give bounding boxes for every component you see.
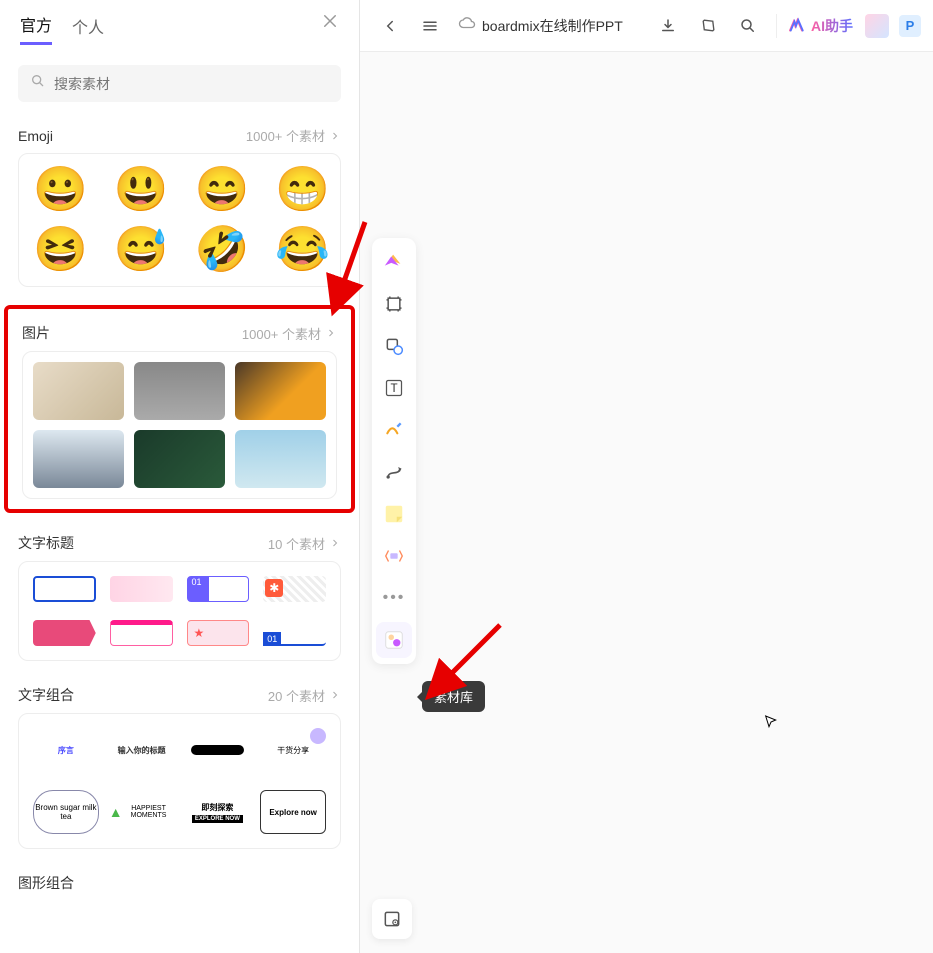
emoji-item[interactable]: 😀: [33, 168, 88, 212]
tooltip-material: 素材库: [422, 681, 485, 712]
material-panel: 官方 个人 Emoji 1000+ 个素材 😀 😃 😄 😁 😆 😅: [0, 0, 360, 953]
texttitle-card: 01 ✱ ★ 01: [18, 561, 341, 661]
search-input[interactable]: [54, 76, 329, 92]
textcombo-meta: 20 个素材: [268, 686, 341, 705]
text-title-item[interactable]: 01: [187, 576, 250, 602]
tool-text[interactable]: T: [376, 370, 412, 406]
texttitle-title: 文字标题: [18, 533, 74, 553]
image-item[interactable]: [134, 430, 225, 488]
doc-title: boardmix在线制作PPT: [482, 16, 623, 36]
tab-personal[interactable]: 个人: [72, 14, 104, 44]
ai-logo-icon: [787, 17, 805, 35]
topbar: boardmix在线制作PPT AI助手 P: [360, 0, 933, 52]
chevron-right-icon: [329, 130, 341, 142]
tool-layout[interactable]: [376, 538, 412, 574]
emoji-item[interactable]: 😂: [275, 228, 330, 272]
text-title-item[interactable]: [110, 576, 173, 602]
emoji-title: Emoji: [18, 128, 53, 144]
section-head-textcombo[interactable]: 文字组合 20 个素材: [0, 679, 359, 713]
emoji-item[interactable]: 😆: [33, 228, 88, 272]
text-combo-item[interactable]: ▲HAPPIEST MOMENTS: [109, 790, 175, 834]
text-combo-item[interactable]: 干货分享: [260, 728, 326, 772]
search-wrap: [0, 55, 359, 120]
section-head-image[interactable]: 图片 1000+ 个素材: [22, 323, 337, 351]
image-title: 图片: [22, 323, 50, 343]
search-button[interactable]: [730, 8, 766, 44]
text-combo-item[interactable]: [185, 728, 251, 772]
shapecombo-title: 图形组合: [18, 873, 74, 893]
emoji-meta: 1000+ 个素材: [246, 126, 341, 145]
tool-more[interactable]: •••: [376, 580, 412, 616]
image-item[interactable]: [33, 362, 124, 420]
close-icon[interactable]: [321, 12, 339, 36]
emoji-item[interactable]: 😄: [195, 168, 250, 212]
tool-material-library[interactable]: [376, 622, 412, 658]
emoji-item[interactable]: 🤣: [195, 228, 250, 272]
vertical-toolbar: T •••: [372, 238, 416, 664]
texttitle-meta: 10 个素材: [268, 534, 341, 553]
tool-frame[interactable]: [376, 286, 412, 322]
tab-official[interactable]: 官方: [20, 12, 52, 45]
tool-pen[interactable]: [376, 412, 412, 448]
tool-connector[interactable]: [376, 454, 412, 490]
badge-p[interactable]: P: [899, 15, 921, 37]
doc-title-wrap[interactable]: boardmix在线制作PPT: [458, 14, 623, 37]
image-meta: 1000+ 个素材: [242, 324, 337, 343]
download-button[interactable]: [650, 8, 686, 44]
emoji-card: 😀 😃 😄 😁 😆 😅 🤣 😂: [18, 153, 341, 287]
minimap-button[interactable]: [372, 899, 412, 939]
image-item[interactable]: [235, 430, 326, 488]
textcombo-title: 文字组合: [18, 685, 74, 705]
search-icon: [30, 73, 54, 94]
image-item[interactable]: [33, 430, 124, 488]
text-title-item[interactable]: [33, 620, 96, 646]
emoji-item[interactable]: 😁: [275, 168, 330, 212]
text-combo-item[interactable]: 序言: [33, 728, 99, 772]
textcombo-card: 序言 输入你的标题 干货分享 Brown sugar milk tea ▲HAP…: [18, 713, 341, 849]
tool-cursor[interactable]: [376, 244, 412, 280]
emoji-item[interactable]: 😅: [114, 228, 169, 272]
cloud-icon: [458, 14, 476, 37]
image-card: [22, 351, 337, 499]
text-title-item[interactable]: [110, 620, 173, 646]
menu-button[interactable]: [412, 8, 448, 44]
chevron-right-icon: [325, 327, 337, 339]
cursor-pointer-icon: [763, 714, 779, 735]
emoji-item[interactable]: 😃: [114, 168, 169, 212]
chevron-right-icon: [329, 689, 341, 701]
tabs-header: 官方 个人: [0, 0, 359, 55]
text-title-item[interactable]: ✱: [263, 576, 326, 602]
text-title-item[interactable]: ★: [187, 620, 250, 646]
text-combo-item[interactable]: Brown sugar milk tea: [33, 790, 99, 834]
image-item[interactable]: [235, 362, 326, 420]
avatar[interactable]: [865, 14, 889, 38]
canvas-area[interactable]: boardmix在线制作PPT AI助手 P T: [360, 0, 933, 953]
tool-shape[interactable]: [376, 328, 412, 364]
search-box[interactable]: [18, 65, 341, 102]
chevron-right-icon: [329, 537, 341, 549]
section-head-emoji[interactable]: Emoji 1000+ 个素材: [0, 120, 359, 153]
section-head-shapecombo[interactable]: 图形组合: [0, 867, 359, 901]
ai-assistant-button[interactable]: AI助手: [787, 16, 853, 36]
text-combo-item[interactable]: Explore now: [260, 790, 326, 834]
svg-text:T: T: [390, 382, 397, 395]
tag-button[interactable]: [690, 8, 726, 44]
dots-icon: •••: [383, 589, 406, 607]
back-button[interactable]: [372, 8, 408, 44]
text-combo-item[interactable]: 输入你的标题: [109, 728, 175, 772]
text-title-item[interactable]: 01: [263, 620, 326, 646]
tool-sticky[interactable]: [376, 496, 412, 532]
image-item[interactable]: [134, 362, 225, 420]
text-title-item[interactable]: [33, 576, 96, 602]
text-combo-item[interactable]: 即刻探索EXPLORE NOW: [185, 790, 251, 834]
image-section-highlighted: 图片 1000+ 个素材: [4, 305, 355, 513]
ai-text: AI助手: [811, 16, 853, 36]
section-head-texttitle[interactable]: 文字标题 10 个素材: [0, 527, 359, 561]
